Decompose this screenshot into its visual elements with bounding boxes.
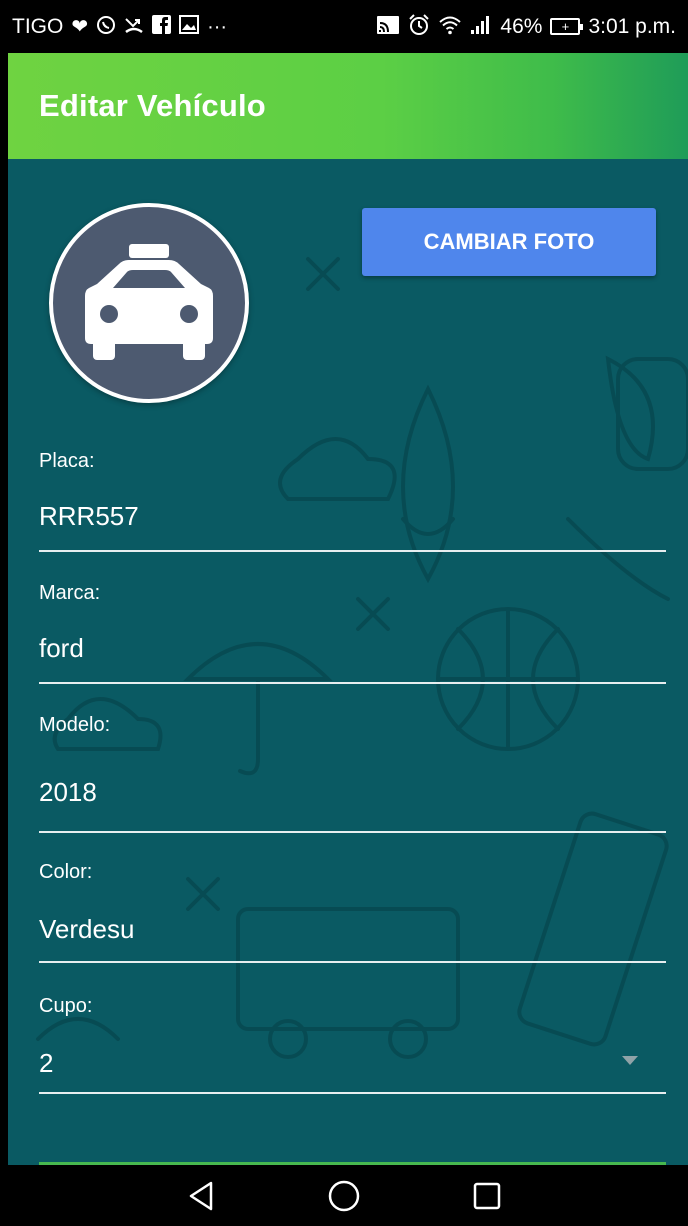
marca-input[interactable]: ford xyxy=(39,633,666,664)
gallery-icon xyxy=(179,15,200,38)
battery-percent: 46% xyxy=(500,14,543,38)
cupo-label: Cupo: xyxy=(39,995,93,1017)
marca-field[interactable]: Marca: ford xyxy=(39,582,666,684)
modelo-label: Modelo: xyxy=(39,714,111,736)
home-icon xyxy=(328,1180,360,1211)
placa-input[interactable]: RRR557 xyxy=(39,501,666,532)
status-bar: TIGO ❤ ··· 46% + 3:01 p.m. xyxy=(0,0,688,53)
marca-underline xyxy=(39,682,666,684)
wifi-icon xyxy=(438,15,462,39)
recents-icon xyxy=(473,1182,500,1209)
facebook-icon xyxy=(152,15,172,38)
home-button[interactable] xyxy=(319,1171,369,1221)
back-icon xyxy=(190,1181,213,1210)
status-bar-right: 46% + 3:01 p.m. xyxy=(376,13,676,40)
color-underline xyxy=(39,961,666,963)
modelo-underline xyxy=(39,831,666,833)
clock: 3:01 p.m. xyxy=(588,14,676,38)
cast-icon xyxy=(376,15,400,39)
color-field[interactable]: Color: Verdesu xyxy=(39,861,666,963)
cupo-underline xyxy=(39,1092,666,1094)
edit-vehicle-form: CAMBIAR FOTO Placa: RRR557 Marca: ford M… xyxy=(8,159,688,1165)
back-button[interactable] xyxy=(176,1171,226,1221)
modelo-field[interactable]: Modelo: 2018 xyxy=(39,714,666,833)
placa-underline xyxy=(39,550,666,552)
color-input[interactable]: Verdesu xyxy=(39,914,666,945)
battery-icon: + xyxy=(550,18,584,35)
whatsapp-icon xyxy=(96,15,116,39)
placa-label: Placa: xyxy=(39,450,95,472)
vehicle-photo xyxy=(49,203,249,403)
change-photo-button[interactable]: CAMBIAR FOTO xyxy=(362,208,656,276)
alarm-icon xyxy=(408,13,430,40)
carrier-name: TIGO xyxy=(12,14,64,38)
chevron-down-icon[interactable] xyxy=(622,1056,638,1065)
cupo-select[interactable]: 2 xyxy=(39,1048,666,1079)
signal-icon xyxy=(470,15,492,39)
taxi-icon xyxy=(85,244,213,360)
heart-icon: ❤ xyxy=(71,15,89,38)
recents-button[interactable] xyxy=(462,1171,512,1221)
placa-field[interactable]: Placa: RRR557 xyxy=(39,450,666,552)
app-bar: Editar Vehículo xyxy=(8,53,688,159)
cupo-field[interactable]: Cupo: 2 xyxy=(39,995,666,1094)
status-bar-left: TIGO ❤ ··· xyxy=(12,15,227,39)
marca-label: Marca: xyxy=(39,582,101,604)
navigation-bar xyxy=(0,1165,688,1226)
missed-call-icon xyxy=(124,15,144,39)
modelo-input[interactable]: 2018 xyxy=(39,777,666,808)
page-title: Editar Vehículo xyxy=(39,88,266,123)
color-label: Color: xyxy=(39,861,93,883)
more-icon: ··· xyxy=(207,15,228,38)
